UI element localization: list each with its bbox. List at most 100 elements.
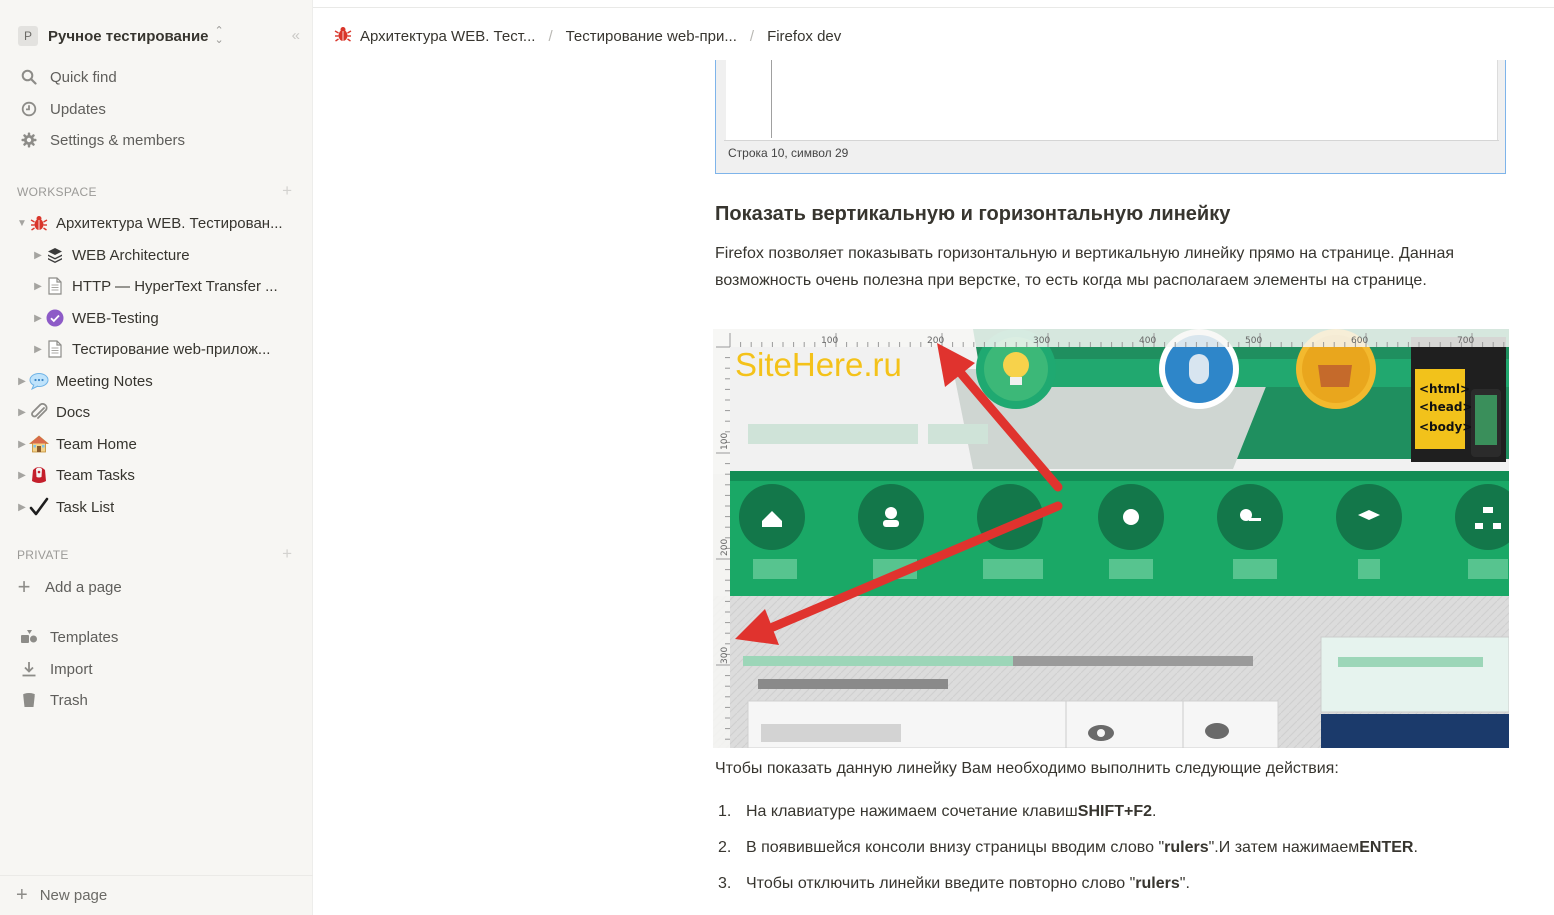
editor-gutter-line bbox=[771, 60, 772, 138]
sidebar-item-label: Архитектура WEB. Тестирован... bbox=[56, 214, 283, 232]
collapsed-triangle-icon[interactable]: ▶ bbox=[16, 470, 28, 481]
breadcrumb: Архитектура WEB. Тест... / Тестирование … bbox=[334, 24, 841, 48]
sidebar-item-web-architecture[interactable]: ▶ WEB Architecture bbox=[0, 240, 313, 270]
add-page-button[interactable]: + Add a page bbox=[0, 572, 313, 602]
sidebar-item-label: Templates bbox=[50, 628, 119, 646]
breadcrumb-separator: / bbox=[749, 27, 755, 45]
collapsed-triangle-icon[interactable]: ▶ bbox=[16, 502, 28, 513]
breadcrumb-item-firefox-dev[interactable]: Firefox dev bbox=[767, 28, 841, 45]
list-item: 2. В появившейся консоли внизу страницы … bbox=[718, 830, 1418, 866]
breadcrumb-item-architecture[interactable]: Архитектура WEB. Тест... bbox=[334, 25, 535, 47]
sidebar-item-http[interactable]: ▶ HTTP — HyperText Transfer ... bbox=[0, 271, 313, 301]
editor-text-area bbox=[726, 60, 1498, 140]
workspace-avatar: P bbox=[18, 26, 38, 46]
collapsed-triangle-icon[interactable]: ▶ bbox=[32, 281, 44, 292]
rulers-demo-image: <html> <head> <body> SiteHere.ru 100 200… bbox=[713, 329, 1509, 748]
bug-icon bbox=[334, 25, 352, 47]
ruler-h-label: 500 bbox=[1245, 336, 1262, 346]
editor-screenshot-image: Строка 10, символ 29 bbox=[715, 60, 1506, 174]
breadcrumb-label: Тестирование web-при... bbox=[565, 27, 737, 45]
breadcrumb-label: Firefox dev bbox=[767, 27, 842, 45]
sidebar-item-import[interactable]: Import bbox=[0, 654, 313, 684]
workspace-switcher[interactable]: P Ручное тестирование ⌃ ⌄ bbox=[8, 20, 304, 52]
collapsed-triangle-icon[interactable]: ▶ bbox=[32, 250, 44, 261]
collapse-sidebar-icon[interactable]: « bbox=[292, 27, 301, 44]
list-bold: SHIFT+F2 bbox=[1077, 803, 1152, 820]
instructions-intro: Чтобы показать данную линейку Вам необхо… bbox=[715, 760, 1339, 777]
sidebar-item-settings[interactable]: Settings & members bbox=[0, 125, 313, 155]
list-text: ".И затем нажимаем bbox=[1208, 839, 1360, 856]
list-bold: rulers bbox=[1164, 839, 1209, 856]
editor-status-text: Строка 10, символ 29 bbox=[728, 146, 849, 160]
check-circle-icon bbox=[44, 307, 66, 329]
sidebar-item-label: HTTP — HyperText Transfer ... bbox=[72, 277, 278, 295]
bug-icon bbox=[28, 212, 50, 234]
import-icon bbox=[19, 659, 39, 679]
sidebar-item-templates[interactable]: Templates bbox=[0, 622, 313, 652]
workspace-name: Ручное тестирование bbox=[48, 27, 209, 45]
sidebar-item-team-home[interactable]: ▶ Team Home bbox=[0, 429, 313, 459]
sidebar-item-label: Тестирование web-прилож... bbox=[72, 340, 271, 358]
collapsed-triangle-icon[interactable]: ▶ bbox=[16, 439, 28, 450]
collapsed-triangle-icon[interactable]: ▶ bbox=[16, 376, 28, 387]
sidebar-item-label: Trash bbox=[50, 691, 88, 709]
instructions-list: 1. На клавиатуре нажимаем сочетание клав… bbox=[718, 794, 1418, 902]
list-text: . bbox=[1413, 839, 1418, 856]
add-workspace-page-icon[interactable]: + bbox=[282, 181, 292, 201]
add-private-page-icon[interactable]: + bbox=[282, 544, 292, 564]
sidebar-item-team-tasks[interactable]: ▶ Team Tasks bbox=[0, 460, 313, 490]
plus-icon: + bbox=[16, 884, 28, 906]
page-icon bbox=[44, 338, 66, 360]
ruler-h-label: 700 bbox=[1457, 336, 1474, 346]
plus-icon: + bbox=[17, 574, 31, 599]
sidebar-item-label: Task List bbox=[56, 498, 115, 516]
sidebar-item-label: Settings & members bbox=[50, 131, 186, 149]
list-item: 3. Чтобы отключить линейки введите повто… bbox=[718, 866, 1418, 902]
chevron-updown-icon: ⌃ ⌄ bbox=[214, 25, 224, 46]
list-text: . bbox=[1152, 803, 1157, 820]
paperclip-icon bbox=[28, 401, 50, 423]
sidebar-item-label: WEB-Testing bbox=[72, 309, 159, 327]
sidebar-item-task-list[interactable]: ▶ Task List bbox=[0, 492, 313, 522]
list-text: ". bbox=[1179, 875, 1190, 892]
sidebar-item-meeting-notes[interactable]: ▶ Meeting Notes bbox=[0, 366, 313, 396]
templates-icon bbox=[19, 627, 39, 647]
site-logo: SiteHere.ru bbox=[735, 346, 902, 383]
search-icon bbox=[19, 67, 39, 87]
ruler-v-label: 100 bbox=[720, 433, 730, 450]
sidebar-item-label: Team Tasks bbox=[56, 466, 135, 484]
collapsed-triangle-icon[interactable]: ▶ bbox=[32, 313, 44, 324]
sidebar-item-docs[interactable]: ▶ Docs bbox=[0, 397, 313, 427]
collapsed-triangle-icon[interactable]: ▶ bbox=[16, 407, 28, 418]
section-paragraph: Firefox позволяет показывать горизонталь… bbox=[715, 245, 1455, 289]
checkmark-icon bbox=[28, 496, 50, 518]
new-page-label: New page bbox=[39, 887, 108, 904]
ruler-h-label: 200 bbox=[927, 336, 944, 346]
sidebar-item-label: Meeting Notes bbox=[56, 372, 153, 390]
sidebar-item-quick-find[interactable]: Quick find bbox=[0, 62, 313, 92]
ruler-h-label: 300 bbox=[1033, 336, 1050, 346]
breadcrumb-separator: / bbox=[548, 27, 553, 45]
collapsed-triangle-icon[interactable]: ▶ bbox=[32, 344, 44, 355]
ruler-h-label: 100 bbox=[821, 336, 838, 346]
sidebar-item-architecture[interactable]: ▼ Архитектура WEB. Тестирован... bbox=[0, 208, 313, 238]
code-tag-body: <body> bbox=[1419, 420, 1472, 434]
sidebar-item-web-apps-testing[interactable]: ▶ Тестирование web-прилож... bbox=[0, 334, 313, 364]
new-page-button[interactable]: + New page bbox=[0, 875, 313, 915]
list-number: 2. bbox=[718, 839, 732, 856]
list-text: На клавиатуре нажимаем сочетание клавиш bbox=[746, 803, 1078, 820]
list-bold: rulers bbox=[1135, 875, 1180, 892]
gear-icon bbox=[19, 130, 39, 150]
section-heading: Показать вертикальную и горизонтальную л… bbox=[715, 203, 1231, 225]
speech-bubble-icon bbox=[28, 370, 50, 392]
breadcrumb-item-web-apps-testing[interactable]: Тестирование web-при... bbox=[566, 28, 737, 45]
ruler-v-label: 200 bbox=[720, 539, 730, 556]
sidebar-item-label: Updates bbox=[50, 100, 106, 118]
expanded-triangle-icon[interactable]: ▼ bbox=[16, 218, 28, 229]
gift-icon bbox=[28, 464, 50, 486]
sidebar-item-updates[interactable]: Updates bbox=[0, 94, 313, 124]
sidebar-item-trash[interactable]: Trash bbox=[0, 685, 313, 715]
private-heading: PRIVATE bbox=[17, 548, 69, 562]
sidebar-item-web-testing[interactable]: ▶ WEB-Testing bbox=[0, 303, 313, 333]
ruler-h-label: 400 bbox=[1139, 336, 1156, 346]
